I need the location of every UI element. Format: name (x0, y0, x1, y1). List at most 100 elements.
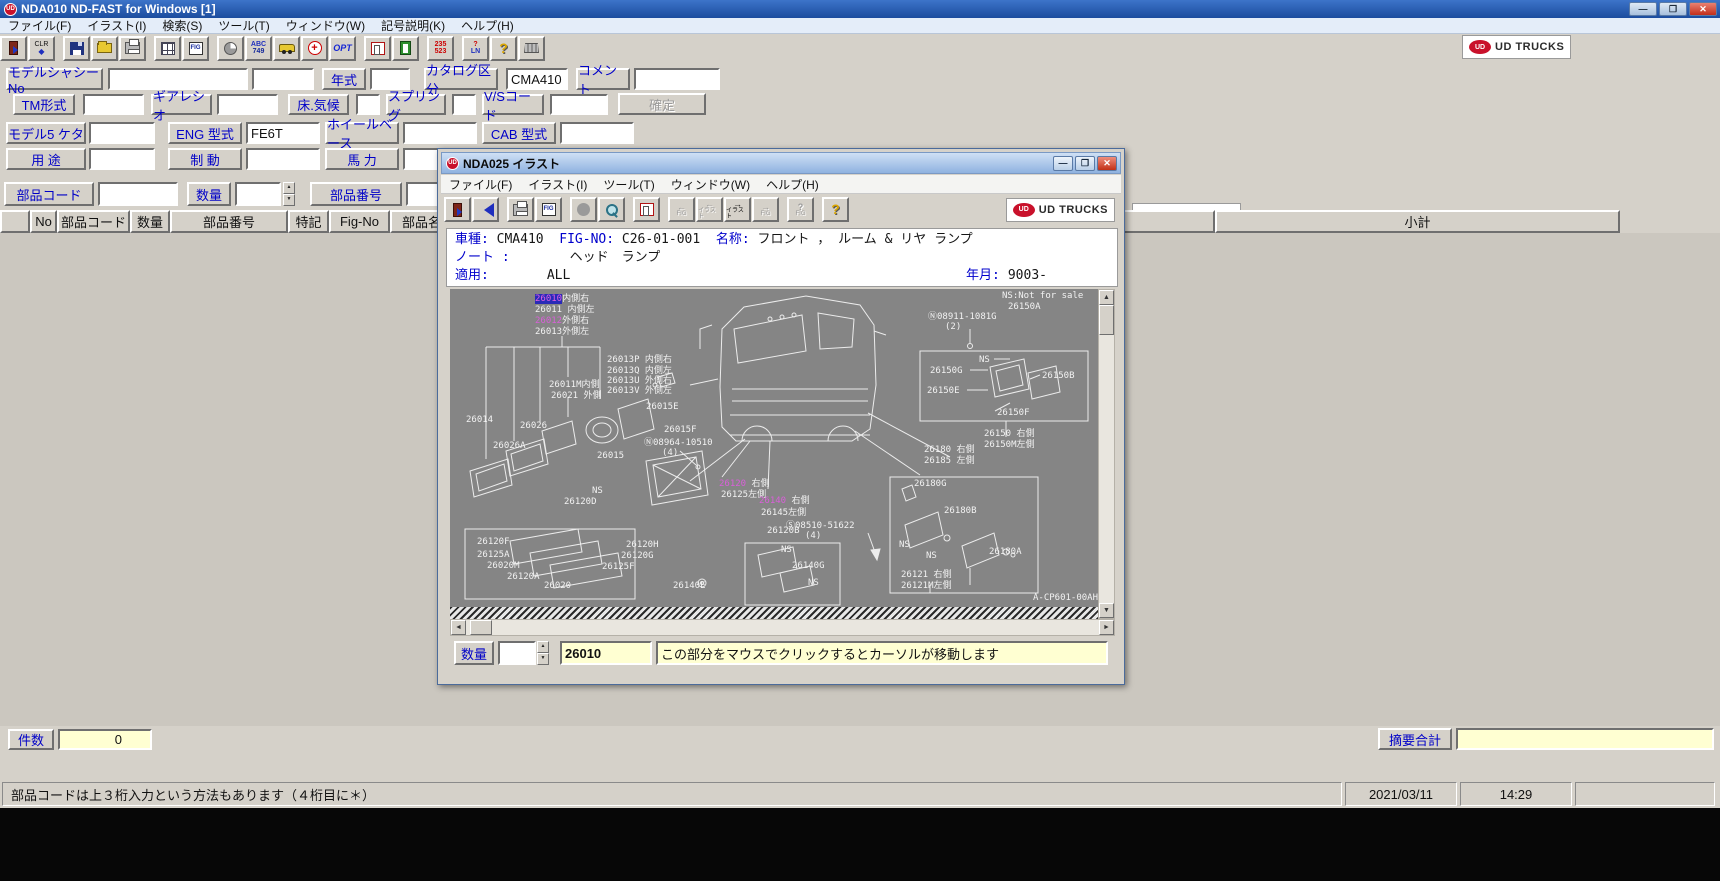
part-label[interactable]: 26140E (673, 581, 706, 591)
part-label[interactable]: 26015E (646, 402, 679, 412)
part-label[interactable]: 26021 外側 (551, 391, 602, 401)
part-label[interactable]: NS (592, 486, 603, 496)
part-label[interactable]: 26185 左側 (924, 456, 975, 466)
scroll-right-icon[interactable]: ► (1099, 620, 1114, 635)
part-label[interactable]: 26020M (487, 561, 520, 571)
part-label[interactable]: 26011M内側 (549, 380, 600, 390)
illust-qty-stepper[interactable]: ▲ ▼ (537, 641, 549, 665)
part-label[interactable]: 26121 右側 (901, 570, 952, 580)
minimize-button[interactable]: — (1629, 2, 1657, 16)
maximize-button[interactable]: ❐ (1659, 2, 1687, 16)
save-button[interactable] (63, 35, 90, 61)
part-label[interactable]: Ⓝ08964-10510 (644, 438, 713, 448)
engine-type-input[interactable]: FE6T (246, 122, 320, 144)
illustration-canvas[interactable]: 26010内側右 26011 内側左 26012外側右 26013外側左 26013P … (450, 289, 1098, 619)
vehicle-search-button[interactable] (273, 35, 300, 61)
part-label[interactable]: 26120A (507, 572, 540, 582)
zoom-button[interactable] (598, 197, 625, 222)
brake-input[interactable] (246, 148, 320, 170)
index-search-button[interactable]: ABC 749 (245, 35, 272, 61)
part-label[interactable]: 26120 右側 (719, 479, 770, 489)
part-label[interactable]: NS (899, 540, 910, 550)
usage-input[interactable] (89, 148, 155, 170)
parts-window-button[interactable] (364, 35, 391, 61)
menu-item[interactable]: ウィンドウ(W) (663, 175, 758, 194)
part-label[interactable]: NS (808, 578, 819, 588)
menu-item[interactable]: ファイル(F) (441, 175, 520, 194)
scroll-left-icon[interactable]: ◄ (451, 620, 466, 635)
part-label[interactable]: 26013U 外側右 (607, 376, 672, 386)
part-label[interactable]: 26150A (1008, 302, 1041, 312)
part-label[interactable]: 26010内側右 (535, 294, 589, 304)
fig-help-button[interactable]: ? FIG (787, 197, 814, 222)
exit-button[interactable] (444, 197, 471, 222)
scroll-up-icon[interactable]: ▲ (1099, 290, 1114, 305)
print-button[interactable] (507, 197, 534, 222)
menu-item[interactable]: 検索(S) (154, 16, 210, 35)
pie-chart-button[interactable] (217, 35, 244, 61)
first-aid-button[interactable]: + (301, 35, 328, 61)
part-label[interactable]: 26180G (914, 479, 947, 489)
spin-up-icon[interactable]: ▲ (537, 641, 549, 653)
spin-up-icon[interactable]: ▲ (283, 182, 295, 194)
spin-down-icon[interactable]: ▼ (537, 653, 549, 665)
selected-part-code[interactable]: 26010 (560, 641, 652, 665)
part-label[interactable]: 26140 右側 (759, 496, 810, 506)
part-label[interactable]: NS (781, 545, 792, 555)
fig-button[interactable]: FIG (535, 197, 562, 222)
part-label[interactable]: 26180 右側 (924, 445, 975, 455)
spin-down-icon[interactable]: ▼ (283, 194, 295, 206)
vscroll-thumb[interactable] (1099, 305, 1114, 335)
part-label[interactable]: 26150G (930, 366, 963, 376)
open-button[interactable] (91, 35, 118, 61)
part-label[interactable]: 26120B (767, 526, 800, 536)
part-label[interactable]: 26150 右側 (984, 429, 1035, 439)
print-button[interactable] (119, 35, 146, 61)
gear-ratio-input[interactable] (217, 94, 278, 115)
part-label[interactable]: (4) (662, 448, 678, 458)
part-label[interactable]: 26020 (544, 581, 571, 591)
confirm-button[interactable]: 確定 (618, 93, 706, 115)
part-label[interactable]: 26140G (792, 561, 825, 571)
close-button[interactable]: ✕ (1097, 155, 1117, 171)
part-label[interactable]: 26125F (602, 562, 635, 572)
menu-item[interactable]: イラスト(I) (520, 175, 595, 194)
part-label[interactable]: 26150E (927, 386, 960, 396)
help-button[interactable]: ? (822, 197, 849, 222)
menu-item[interactable]: ツール(T) (210, 16, 277, 35)
menu-item[interactable]: ヘルプ(H) (758, 175, 827, 194)
illust-hscrollbar[interactable]: ◄ ► (450, 619, 1115, 636)
clear-button[interactable]: CLR ◆ (28, 35, 55, 61)
menu-item[interactable]: ツール(T) (595, 175, 662, 194)
menu-item[interactable]: イラスト(I) (79, 16, 154, 35)
part-label[interactable]: 26026A (493, 441, 526, 451)
part-label[interactable]: 26014 (466, 415, 493, 425)
maximize-button[interactable]: ❐ (1075, 155, 1095, 171)
quantity-input[interactable] (235, 182, 281, 206)
back-button[interactable] (472, 197, 499, 222)
part-label[interactable]: 26120F (477, 537, 510, 547)
illust-qty-input[interactable] (498, 641, 536, 665)
comment-input[interactable] (634, 68, 720, 90)
tm-type-input[interactable] (83, 94, 144, 115)
model5-input[interactable] (89, 122, 155, 144)
part-label[interactable]: 26120G (621, 551, 654, 561)
menu-item[interactable]: ヘルプ(H) (453, 16, 522, 35)
code-help-button[interactable]: ? LN (462, 35, 489, 61)
help-button[interactable]: ? (490, 35, 517, 61)
clipboard-button[interactable] (392, 35, 419, 61)
part-label[interactable]: 26013P 内側右 (607, 355, 672, 365)
basket-button[interactable] (518, 35, 545, 61)
part-label[interactable]: 26150M左側 (984, 440, 1035, 450)
part-label[interactable]: 26026 (520, 421, 547, 431)
part-label[interactable]: 26013V 外側左 (607, 386, 672, 396)
close-button[interactable]: ✕ (1689, 2, 1717, 16)
model-grid-button[interactable] (154, 35, 181, 61)
fig-list-button[interactable]: FIG (182, 35, 209, 61)
part-label[interactable]: 26180A (989, 547, 1022, 557)
part-label[interactable]: 26180B (944, 506, 977, 516)
part-label[interactable]: 26125A (477, 550, 510, 560)
part-label[interactable]: Ⓝ08911-1081G (928, 312, 997, 322)
part-label[interactable]: NS (979, 355, 990, 365)
part-label[interactable]: 26120D (564, 497, 597, 507)
